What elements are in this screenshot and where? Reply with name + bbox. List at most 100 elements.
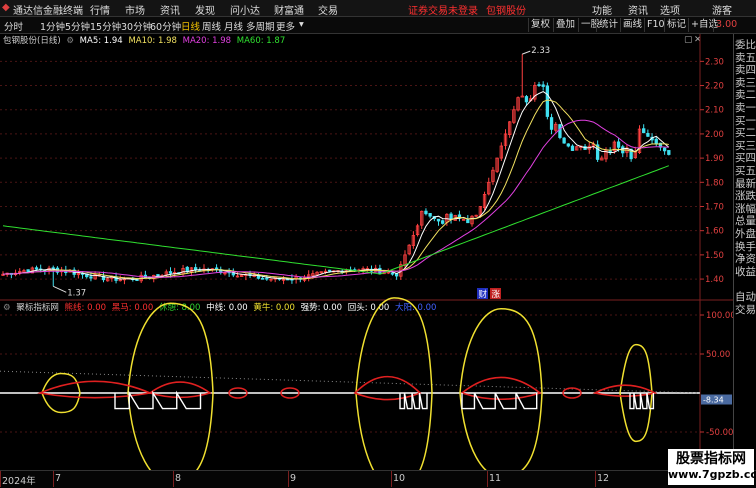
menu-market-quotes[interactable]: 行情 (90, 2, 110, 17)
candle-body (524, 96, 529, 103)
candle-body (441, 220, 445, 224)
date-axis-bar: 2024年 7 8 9 10 11 12 (0, 470, 756, 488)
indicator-area[interactable] (0, 297, 701, 470)
stats-button[interactable]: 统计 (596, 18, 620, 32)
login-notice[interactable]: 证券交易未登录 (408, 2, 478, 17)
app-title: 通达信金融终端 (13, 6, 83, 17)
price-tick-label: 1.50 (705, 251, 724, 261)
current-value-badge: -8.34 (703, 396, 724, 405)
date-tick (391, 471, 392, 487)
mark-button[interactable]: 标记 (664, 18, 688, 32)
guest-login[interactable]: 游客 (712, 2, 732, 17)
candle-body (562, 137, 566, 144)
indicator-red-lens (37, 380, 153, 399)
chart-grid (0, 34, 733, 470)
candle-body (168, 271, 173, 274)
candle-body (566, 143, 570, 147)
date-label: 7 (55, 473, 62, 484)
price-tick-label: 1.70 (705, 202, 724, 212)
event-badges: 财涨 (477, 288, 501, 300)
tab-timeshare[interactable]: 分时 (4, 19, 23, 33)
candle-body (89, 276, 93, 279)
indicator-red-lens (353, 375, 422, 401)
tab-30min[interactable]: 30分钟 (121, 19, 152, 33)
indicator-envelope (459, 308, 543, 470)
candle-body (424, 210, 428, 215)
candle-body (436, 218, 441, 222)
date-tick (288, 471, 289, 487)
date-tick (487, 471, 488, 487)
high-annotation: 2.33 (531, 46, 550, 56)
site-watermark: 股票指标网 www.7gpzb.com (668, 449, 756, 485)
candle-body (156, 274, 160, 277)
low-annotation: 1.37 (67, 288, 86, 298)
menu-market[interactable]: 市场 (125, 2, 145, 17)
candle-body (662, 147, 667, 152)
tab-multi-period[interactable]: 多周期 (246, 19, 275, 33)
menu-discover[interactable]: 发现 (195, 2, 215, 17)
date-tick (53, 471, 54, 487)
date-label: 8 (175, 473, 182, 484)
candlestick-area[interactable]: 2.33 1.37 (1, 46, 671, 298)
adjust-button[interactable]: 复权 (528, 18, 552, 32)
menu-wealth[interactable]: 财富通 (274, 2, 304, 17)
date-tick (0, 471, 1, 487)
price-tick-label: 2.10 (705, 106, 724, 116)
finance-badge: 财 (479, 289, 488, 300)
candle-body (260, 277, 265, 280)
price-tick-label: 2.30 (705, 57, 724, 67)
quote-field-20[interactable]: 交易 (735, 302, 756, 317)
tab-5min[interactable]: 5分钟 (65, 19, 90, 33)
price-tick-label: 2.00 (705, 130, 724, 140)
candle-body (549, 117, 554, 130)
indicator-tick-label: -50.00 (706, 428, 733, 438)
app-logo-icon: ◆ (2, 2, 10, 13)
menu-info[interactable]: 资讯 (628, 2, 648, 17)
date-label: 10 (393, 473, 406, 484)
candle-body (545, 85, 550, 117)
menu-function[interactable]: 功能 (592, 2, 612, 17)
more-dropdown-icon[interactable]: ▾ (299, 19, 304, 30)
stock-name-title: 包钢股份 (486, 6, 526, 17)
candle-body (34, 267, 39, 270)
low-pointer (53, 285, 67, 293)
tab-daily[interactable]: 日线 (181, 19, 200, 33)
candle-body (449, 213, 453, 220)
ma10-line (2, 99, 669, 280)
tab-60min[interactable]: 60分钟 (150, 19, 181, 33)
candle-body (135, 279, 139, 282)
price-tick-label: 1.80 (705, 178, 724, 188)
indicator-tick-label: 100.00 (706, 311, 733, 321)
price-axis: 2.30 2.20 2.10 2.00 1.90 1.80 1.70 1.60 1.50 1.40 (700, 57, 724, 285)
date-label: 2024年 (2, 476, 36, 487)
rise-badge: 涨 (492, 289, 501, 300)
candle-body (265, 277, 269, 280)
price-tick-label: 1.40 (705, 275, 724, 285)
menu-ask-assistant[interactable]: 问小达 (230, 2, 260, 17)
indicator-axis: 100.00 50.00 -50.00 -8.34 (700, 311, 733, 438)
price-tick-label: 1.60 (705, 227, 724, 237)
candle-body (654, 138, 658, 145)
candle-body (193, 267, 198, 271)
indicator-tick-label: 50.00 (706, 350, 730, 360)
ma5-line (2, 91, 670, 280)
tab-1min[interactable]: 1分钟 (40, 19, 65, 33)
period-toolbar: 分时 1分钟 5分钟 15分钟 30分钟 60分钟 日线 周线 月线 多周期 更… (0, 17, 756, 34)
candle-body (570, 145, 575, 151)
tab-weekly[interactable]: 周线 (202, 19, 221, 33)
tab-more[interactable]: 更多 (276, 19, 295, 33)
menu-trade[interactable]: 交易 (318, 2, 338, 17)
candle-body (646, 133, 650, 137)
draw-line-button[interactable]: 画线 (620, 18, 644, 32)
overlay-button[interactable]: 叠加 (553, 18, 577, 32)
watermark-url: www.7gpzb.com (668, 468, 756, 481)
high-pointer (522, 50, 531, 55)
candle-body (558, 124, 562, 138)
chart-canvas[interactable]: 2.33 1.37 2.30 2.20 2.10 2.00 1.90 1.80 1.70 1.6… (0, 34, 733, 470)
quote-panel: 委比 卖五 卖四 卖三 卖二 卖一 买一 买二 买三 买四 买五 最新 涨跌 涨幅 总量 外盘 换手 净资 收益 自动… (733, 34, 756, 470)
menu-options[interactable]: 选项 (660, 2, 680, 17)
tab-15min[interactable]: 15分钟 (90, 19, 121, 33)
tab-monthly[interactable]: 月线 (224, 19, 243, 33)
price-display: 3.00 (713, 18, 739, 32)
menu-news[interactable]: 资讯 (160, 2, 180, 17)
